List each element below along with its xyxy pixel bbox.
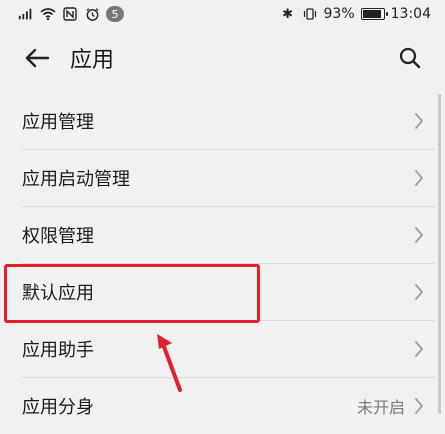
search-icon	[399, 47, 421, 69]
battery-percentage: 93%	[323, 6, 355, 22]
app-bar: 应用	[0, 28, 445, 88]
vibrate-icon	[302, 6, 318, 22]
back-arrow-icon	[25, 48, 50, 68]
status-bar: 5 ✱ 93% 13:04	[0, 0, 445, 28]
chevron-right-icon	[413, 282, 425, 302]
item-label: 应用分身	[22, 396, 94, 418]
list-item-app-assistant[interactable]: 应用助手	[0, 320, 445, 377]
chevron-right-icon	[413, 168, 425, 188]
list-item-permission-management[interactable]: 权限管理	[0, 206, 445, 263]
notification-badge: 5	[106, 6, 124, 22]
search-button[interactable]	[393, 41, 427, 75]
scrollbar[interactable]	[438, 94, 441, 414]
highlight-box	[4, 264, 260, 323]
chevron-right-icon	[413, 111, 425, 131]
chevron-right-icon	[413, 339, 425, 359]
item-label: 应用启动管理	[22, 168, 130, 190]
nfc-icon	[62, 6, 78, 22]
battery-fill	[362, 10, 382, 18]
bluetooth-icon: ✱	[282, 6, 293, 22]
item-value: 未开启	[356, 397, 405, 417]
battery-icon	[360, 8, 388, 20]
status-right: ✱ 93% 13:04	[280, 6, 431, 22]
chevron-right-icon	[413, 225, 425, 245]
list-item-app-management[interactable]: 应用管理	[0, 92, 445, 149]
signal-icon	[18, 6, 34, 22]
item-label: 权限管理	[22, 225, 94, 247]
annotation-arrow	[157, 334, 182, 392]
item-label: 应用管理	[22, 111, 94, 133]
item-label: 应用助手	[22, 339, 94, 361]
list-item-app-twin[interactable]: 应用分身 未开启	[0, 377, 445, 434]
back-button[interactable]	[20, 41, 54, 75]
page-title: 应用	[70, 48, 115, 73]
alarm-icon	[84, 6, 100, 22]
wifi-icon	[40, 6, 56, 22]
chevron-right-icon	[413, 396, 425, 416]
list-item-app-launch-management[interactable]: 应用启动管理	[0, 149, 445, 206]
clock-time: 13:04	[390, 6, 431, 22]
settings-list: 应用管理 应用启动管理 权限管理 默认应用 应用助手 应用分身 未开启	[0, 92, 445, 434]
status-left: 5	[18, 6, 124, 22]
